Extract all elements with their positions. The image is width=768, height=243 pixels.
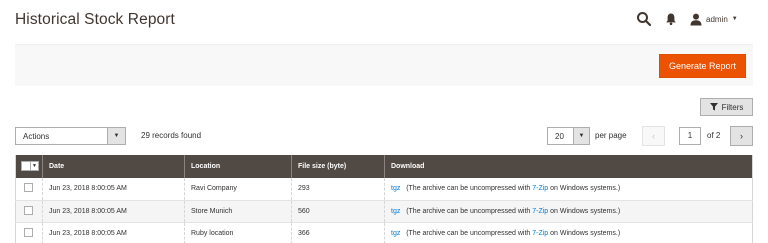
bell-icon[interactable] <box>664 12 678 26</box>
download-note-prefix: (The archive can be uncompressed with <box>406 207 533 215</box>
column-header-location[interactable]: Location <box>184 155 292 178</box>
mass-select-header: ▼ <box>15 155 43 178</box>
cell-file-size: 560 <box>291 200 385 222</box>
actions-label: Actions <box>23 131 50 141</box>
cell-file-size: 293 <box>291 178 385 200</box>
chevron-down-icon: ▼ <box>731 16 738 22</box>
per-page-dropdown[interactable]: 20 ▼ <box>547 127 590 145</box>
filter-icon <box>709 103 718 111</box>
seven-zip-link[interactable]: 7-Zip <box>532 230 548 237</box>
chevron-down-icon: ▼ <box>573 128 589 144</box>
user-name: admin <box>706 14 728 24</box>
cell-date: Jun 23, 2018 8:00:05 AM <box>42 178 185 200</box>
user-icon <box>690 13 702 25</box>
grid-header-row: ▼ Date Location File size (byte) Downloa… <box>15 155 753 178</box>
download-note-prefix: (The archive can be uncompressed with <box>406 229 533 237</box>
page-actions-bar: Generate Report <box>15 44 753 86</box>
table-row: Jun 23, 2018 8:00:05 AM Ravi Company 293… <box>15 178 753 200</box>
filters-button[interactable]: Filters <box>700 98 753 116</box>
row-checkbox[interactable] <box>24 205 33 215</box>
table-row: Jun 23, 2018 8:00:05 AM Ruby location 36… <box>15 222 753 243</box>
download-tgz-link[interactable]: tgz <box>391 230 400 237</box>
previous-page-button[interactable]: ‹ <box>642 126 665 146</box>
per-page-value: 20 <box>555 131 564 141</box>
seven-zip-link[interactable]: 7-Zip <box>532 208 548 215</box>
chevron-down-icon: ▼ <box>107 128 125 144</box>
row-checkbox[interactable] <box>24 183 33 193</box>
search-icon[interactable] <box>636 11 652 27</box>
total-pages-label: of 2 <box>707 131 721 140</box>
cell-location: Ravi Company <box>184 178 292 200</box>
cell-file-size: 366 <box>291 222 385 243</box>
stock-report-grid: ▼ Date Location File size (byte) Downloa… <box>15 155 753 243</box>
column-header-file-size[interactable]: File size (byte) <box>291 155 385 178</box>
download-tgz-link[interactable]: tgz <box>391 185 400 192</box>
cell-download: tgz (The archive can be uncompressed wit… <box>384 200 753 222</box>
cell-download: tgz (The archive can be uncompressed wit… <box>384 222 753 243</box>
page-title: Historical Stock Report <box>15 11 175 28</box>
records-count: 29 records found <box>141 131 202 140</box>
download-note-suffix: on Windows systems.) <box>548 229 621 237</box>
download-note-suffix: on Windows systems.) <box>548 207 621 215</box>
column-header-download[interactable]: Download <box>384 155 753 178</box>
next-page-button[interactable]: › <box>730 126 753 146</box>
page-number-input[interactable]: 1 <box>679 127 701 145</box>
seven-zip-link[interactable]: 7-Zip <box>532 185 548 192</box>
actions-dropdown[interactable]: Actions ▼ <box>15 127 126 145</box>
header-actions: admin ▼ <box>628 0 768 40</box>
cell-location: Ruby location <box>184 222 292 243</box>
caret-down-icon: ▼ <box>32 163 37 169</box>
mass-select-checkbox[interactable]: ▼ <box>21 161 39 171</box>
cell-date: Jun 23, 2018 8:00:05 AM <box>42 200 185 222</box>
cell-date: Jun 23, 2018 8:00:05 AM <box>42 222 185 243</box>
column-header-date[interactable]: Date <box>42 155 185 178</box>
cell-location: Store Munich <box>184 200 292 222</box>
per-page-label: per page <box>595 131 627 140</box>
user-menu[interactable]: admin ▼ <box>690 11 738 27</box>
row-checkbox[interactable] <box>24 227 33 237</box>
download-tgz-link[interactable]: tgz <box>391 208 400 215</box>
cell-download: tgz (The archive can be uncompressed wit… <box>384 178 753 200</box>
generate-report-button[interactable]: Generate Report <box>659 54 746 78</box>
download-note-suffix: on Windows systems.) <box>548 185 621 193</box>
download-note-prefix: (The archive can be uncompressed with <box>406 185 533 193</box>
filters-label: Filters <box>721 102 744 112</box>
table-row: Jun 23, 2018 8:00:05 AM Store Munich 560… <box>15 200 753 222</box>
